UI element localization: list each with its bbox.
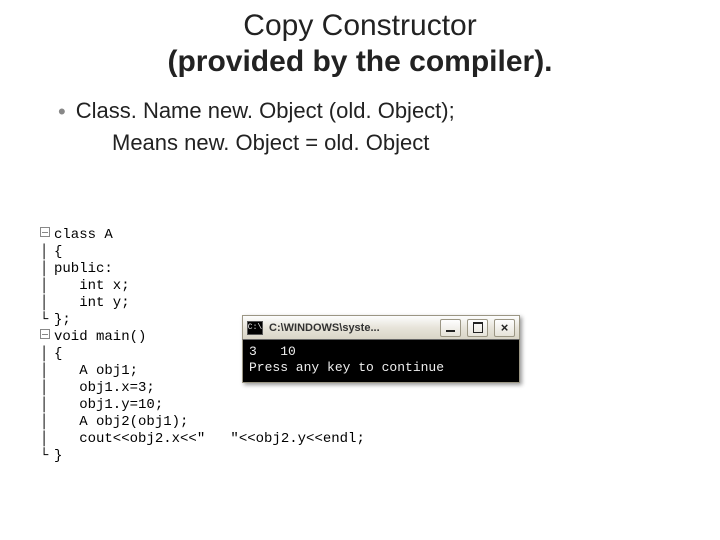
fold-gutter: │	[40, 244, 54, 261]
cmd-icon-label: C:\	[248, 323, 262, 332]
fold-gutter: │	[40, 431, 54, 448]
minimize-button[interactable]	[440, 319, 461, 337]
fold-gutter: │	[40, 278, 54, 295]
cmd-icon: C:\	[247, 321, 263, 335]
code-line: A obj2(obj1);	[54, 414, 188, 430]
console-window: C:\ C:\WINDOWS\syste... × 3 10 Press any…	[242, 315, 520, 383]
code-line: }	[54, 448, 62, 464]
code-line: obj1.y=10;	[54, 397, 163, 413]
title-block: Copy Constructor (provided by the compil…	[0, 0, 720, 80]
bullet-subtext: Means new. Object = old. Object	[112, 130, 720, 156]
console-output: 3 10 Press any key to continue	[242, 339, 520, 383]
fold-gutter: │	[40, 363, 54, 380]
code-line: int y;	[54, 295, 130, 311]
slide: Copy Constructor (provided by the compil…	[0, 0, 720, 540]
title-line2: (provided by the compiler).	[0, 44, 720, 80]
bullet-list: • Class. Name new. Object (old. Object);…	[58, 98, 720, 156]
code-line: {	[54, 244, 62, 260]
code-line: class A	[54, 227, 113, 243]
code-line: void main()	[54, 329, 146, 345]
code-line: int x;	[54, 278, 130, 294]
bullet-item: • Class. Name new. Object (old. Object);	[58, 98, 720, 126]
code-line: public:	[54, 261, 113, 277]
window-titlebar[interactable]: C:\ C:\WINDOWS\syste... ×	[242, 315, 520, 339]
code-line: A obj1;	[54, 363, 138, 379]
title-line1: Copy Constructor	[0, 8, 720, 44]
fold-icon	[40, 329, 50, 339]
close-button[interactable]: ×	[494, 319, 515, 337]
fold-icon	[40, 227, 50, 237]
fold-gutter: │	[40, 346, 54, 363]
code-line: };	[54, 312, 71, 328]
code-line: cout<<obj2.x<<" "<<obj2.y<<endl;	[54, 431, 365, 447]
fold-gutter: │	[40, 414, 54, 431]
fold-gutter: │	[40, 261, 54, 278]
fold-gutter: └	[40, 448, 54, 465]
bullet-dot-icon: •	[58, 98, 66, 126]
bullet-text: Class. Name new. Object (old. Object);	[76, 98, 455, 124]
fold-gutter: └	[40, 312, 54, 329]
fold-gutter: │	[40, 380, 54, 397]
fold-gutter: │	[40, 397, 54, 414]
code-line: obj1.x=3;	[54, 380, 155, 396]
window-title: C:\WINDOWS\syste...	[269, 322, 434, 334]
maximize-button[interactable]	[467, 319, 488, 337]
fold-gutter: │	[40, 295, 54, 312]
code-line: {	[54, 346, 62, 362]
